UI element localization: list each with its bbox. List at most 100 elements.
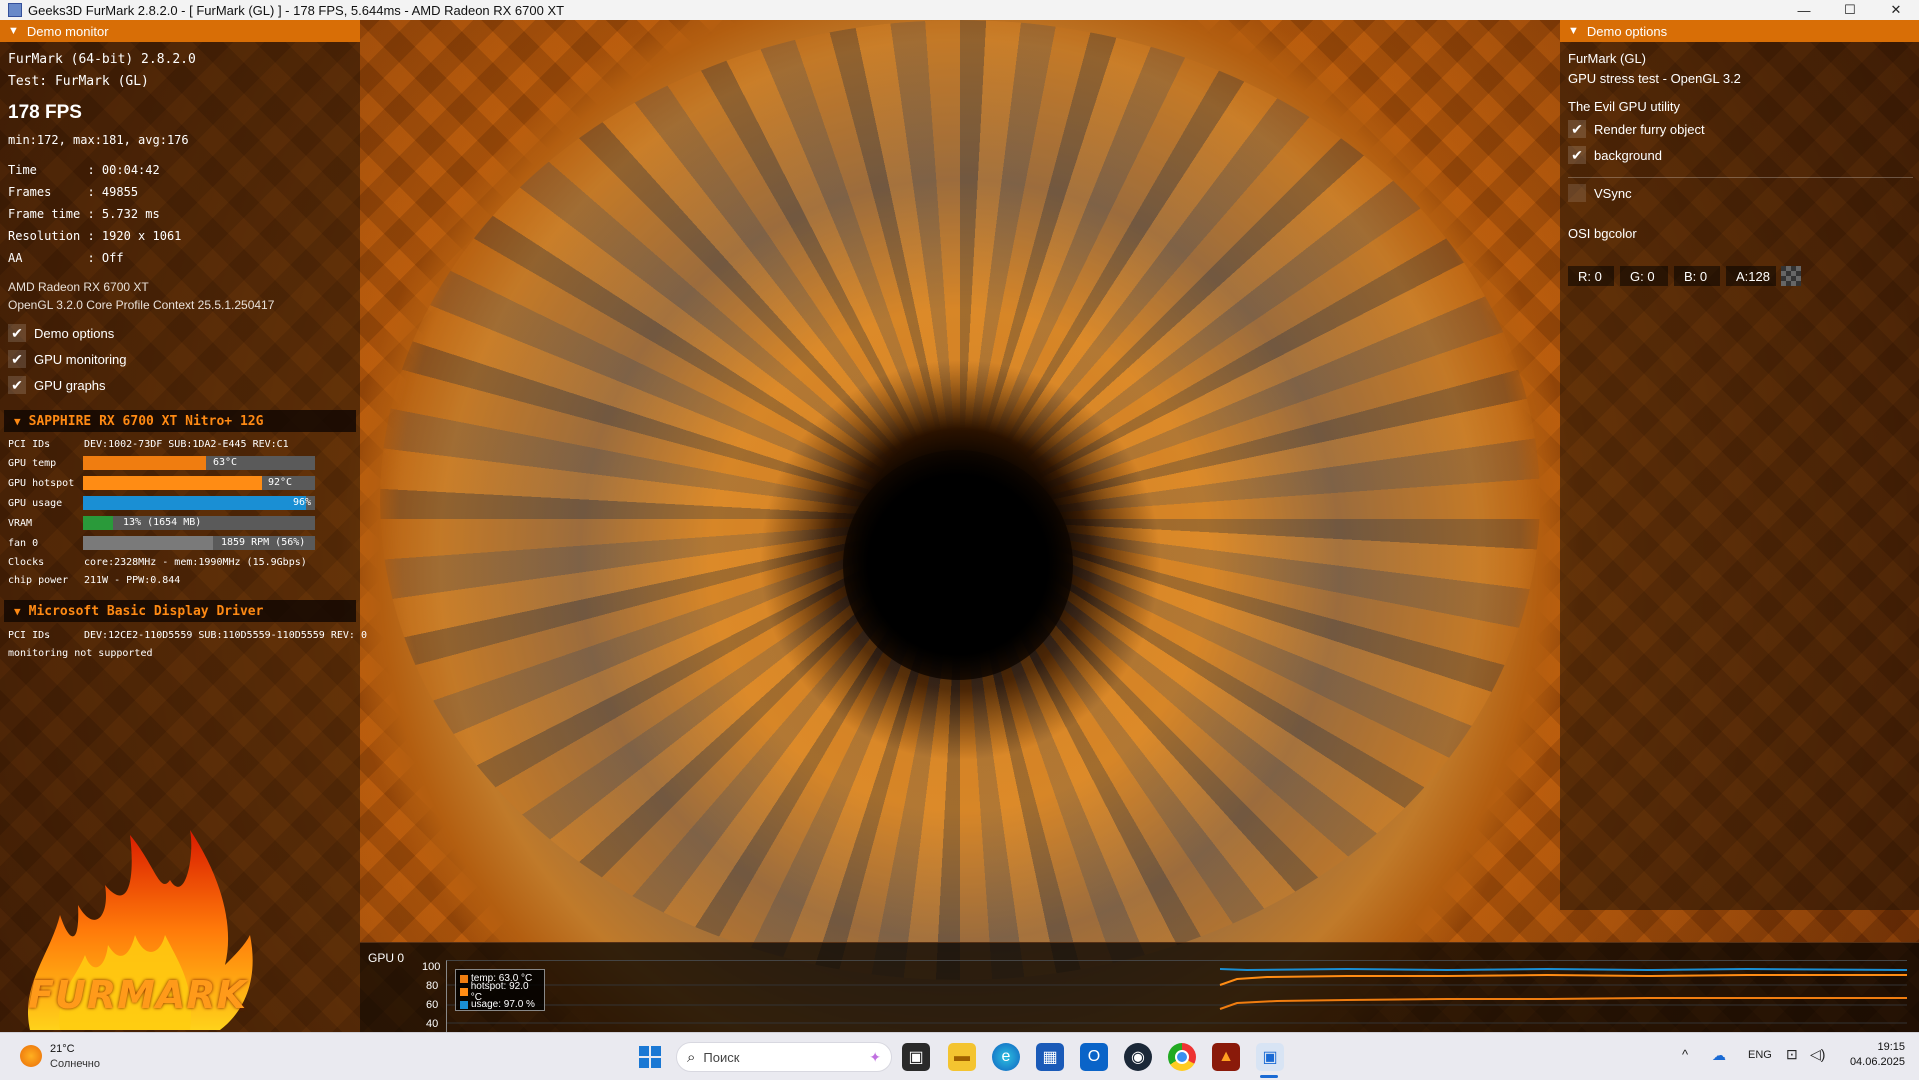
bgcolor-b-field[interactable]: B: 0 bbox=[1674, 266, 1720, 286]
tray-chevron-icon[interactable]: ^ bbox=[1682, 1047, 1688, 1062]
checkbox-gpu-graphs[interactable]: ✔ GPU graphs bbox=[8, 376, 106, 394]
app-version: FurMark (64-bit) 2.8.2.0 bbox=[8, 52, 196, 67]
checkbox-empty bbox=[1568, 184, 1586, 202]
stat-time: Time : 00:04:42 bbox=[8, 163, 160, 177]
gpu-temp-value: 63°C bbox=[213, 457, 238, 468]
vram-label: VRAM bbox=[8, 518, 33, 529]
weather-sun-icon[interactable] bbox=[20, 1045, 42, 1067]
gpu0-name: SAPPHIRE RX 6700 XT Nitro+ 12G bbox=[28, 413, 264, 429]
minimize-button[interactable]: — bbox=[1781, 0, 1827, 20]
checkbox-label: GPU monitoring bbox=[34, 351, 127, 367]
gpu-temp-bar: 63°C bbox=[83, 456, 315, 470]
file-explorer-icon[interactable]: ▬ bbox=[948, 1043, 976, 1071]
usage-line bbox=[1219, 967, 1908, 972]
furry-object-center bbox=[843, 450, 1073, 680]
checkbox-render-furry-object[interactable]: ✔ Render furry object bbox=[1568, 120, 1908, 138]
chrome-icon[interactable] bbox=[1168, 1043, 1196, 1071]
fps-value: 178 FPS bbox=[8, 102, 82, 123]
network-icon[interactable]: ⊡ bbox=[1786, 1046, 1798, 1063]
legend-swatch bbox=[460, 1000, 468, 1009]
furmark-taskbar-icon[interactable]: ▲ bbox=[1212, 1043, 1240, 1071]
checkmark-icon: ✔ bbox=[8, 324, 26, 342]
fan-label: fan 0 bbox=[8, 538, 39, 549]
windows-icon bbox=[639, 1046, 661, 1068]
checkbox-label: GPU graphs bbox=[34, 377, 106, 393]
edge-icon[interactable]: e bbox=[992, 1043, 1020, 1071]
task-view-icon[interactable]: ▣ bbox=[902, 1043, 930, 1071]
gpu-temp-fill bbox=[83, 456, 206, 470]
gpu-hotspot-bar: 92°C bbox=[83, 476, 315, 490]
gpu-usage-value: 96% bbox=[293, 497, 312, 508]
start-button[interactable] bbox=[636, 1043, 664, 1071]
gpu1-header[interactable]: ▼ Microsoft Basic Display Driver bbox=[4, 600, 356, 622]
bgcolor-label: OSI bgcolor bbox=[1568, 226, 1637, 241]
stat-aa: AA : Off bbox=[8, 251, 124, 265]
graph-legend: temp: 63.0 °C hotspot: 92.0 °C usage: 97… bbox=[455, 969, 545, 1011]
fan-fill bbox=[83, 536, 213, 550]
weather-temp[interactable]: 21°C bbox=[50, 1043, 75, 1055]
stat-resolution: Resolution : 1920 x 1061 bbox=[8, 229, 182, 243]
search-placeholder: Поиск bbox=[703, 1049, 740, 1065]
color-preview-swatch[interactable] bbox=[1781, 266, 1801, 286]
active-indicator bbox=[1260, 1075, 1278, 1078]
checkbox-label: Render furry object bbox=[1594, 121, 1705, 137]
checkbox-demo-options[interactable]: ✔ Demo options bbox=[8, 324, 114, 342]
chrome-center bbox=[1175, 1050, 1189, 1064]
weather-text[interactable]: Солнечно bbox=[50, 1058, 100, 1070]
bgcolor-a-field[interactable]: A:128 bbox=[1726, 266, 1776, 286]
stat-frame-time: Frame time : 5.732 ms bbox=[8, 207, 160, 221]
gpu-renderer: AMD Radeon RX 6700 XT bbox=[8, 280, 149, 294]
logo-text: FURMARK bbox=[28, 973, 248, 1017]
gpu1-monitoring-status: monitoring not supported bbox=[8, 648, 153, 659]
close-button[interactable]: ✕ bbox=[1873, 0, 1919, 20]
volume-icon[interactable]: ◁) bbox=[1810, 1046, 1825, 1063]
bgcolor-r-field[interactable]: R: 0 bbox=[1568, 266, 1614, 286]
demo-options-panel: ▼ Demo options FurMark (GL) GPU stress t… bbox=[1560, 20, 1919, 910]
pci-value: DEV:1002-73DF SUB:1DA2-E445 REV:C1 bbox=[84, 439, 289, 450]
gpu1-name: Microsoft Basic Display Driver bbox=[28, 603, 264, 619]
checkbox-background[interactable]: ✔ background bbox=[1568, 146, 1908, 164]
demo-options-header[interactable]: ▼ Demo options bbox=[1560, 20, 1919, 42]
outlook-icon[interactable]: O bbox=[1080, 1043, 1108, 1071]
clocks-value: core:2328MHz - mem:1990MHz (15.9Gbps) bbox=[84, 557, 307, 568]
gpu0-header[interactable]: ▼ SAPPHIRE RX 6700 XT Nitro+ 12G bbox=[4, 410, 356, 432]
legend-label: usage: 97.0 % bbox=[471, 999, 535, 1010]
power-label: chip power bbox=[8, 575, 69, 586]
clock-date: 04.06.2025 bbox=[1849, 1056, 1905, 1068]
graph-lines bbox=[447, 967, 1908, 1024]
gpu-hotspot-label: GPU hotspot bbox=[8, 478, 75, 489]
checkbox-vsync[interactable]: VSync bbox=[1568, 184, 1632, 202]
demo-description: GPU stress test - OpenGL 3.2 bbox=[1568, 71, 1741, 86]
steam-icon[interactable]: ◉ bbox=[1124, 1043, 1152, 1071]
maximize-button[interactable]: ☐ bbox=[1827, 0, 1873, 20]
legend-swatch bbox=[460, 987, 468, 996]
separator bbox=[1568, 177, 1913, 178]
graph-plot-area: temp: 63.0 °C hotspot: 92.0 °C usage: 97… bbox=[446, 960, 1908, 1033]
checkmark-icon: ✔ bbox=[1568, 120, 1586, 138]
collapse-triangle-icon: ▼ bbox=[8, 25, 19, 37]
checkmark-icon: ✔ bbox=[1568, 146, 1586, 164]
fan-value: 1859 RPM (56%) bbox=[221, 537, 306, 548]
taskbar-clock[interactable]: 19:15 04.06.2025 bbox=[1850, 1041, 1905, 1068]
checkbox-label: VSync bbox=[1594, 185, 1632, 201]
gpu-usage-label: GPU usage bbox=[8, 498, 63, 509]
vram-bar: 13% (1654 MB) bbox=[83, 516, 315, 530]
onedrive-icon[interactable]: ☁ bbox=[1712, 1047, 1726, 1064]
taskbar-search[interactable]: ⌕ Поиск ✦ bbox=[676, 1042, 892, 1072]
legend-swatch bbox=[460, 974, 468, 983]
power-row: chip power 211W - PPW:0.844 bbox=[8, 575, 180, 586]
checkmark-icon: ✔ bbox=[8, 376, 26, 394]
checkbox-gpu-monitoring[interactable]: ✔ GPU monitoring bbox=[8, 350, 126, 368]
bgcolor-g-field[interactable]: G: 0 bbox=[1620, 266, 1668, 286]
active-window-icon[interactable]: ▣ bbox=[1256, 1043, 1284, 1071]
fan-bar: 1859 RPM (56%) bbox=[83, 536, 315, 550]
section-title: The Evil GPU utility bbox=[1568, 99, 1680, 114]
collapse-triangle-icon: ▼ bbox=[14, 414, 21, 428]
gpu1-pci-row: PCI IDs DEV:12CE2-110D5559 SUB:110D5559-1… bbox=[8, 630, 367, 641]
store-icon[interactable]: ▦ bbox=[1036, 1043, 1064, 1071]
test-name: Test: FurMark (GL) bbox=[8, 74, 149, 89]
demo-monitor-header[interactable]: ▼ Demo monitor bbox=[0, 20, 360, 42]
language-indicator[interactable]: ENG bbox=[1748, 1049, 1772, 1061]
app-icon bbox=[8, 3, 22, 17]
checkbox-label: Demo options bbox=[34, 325, 115, 341]
